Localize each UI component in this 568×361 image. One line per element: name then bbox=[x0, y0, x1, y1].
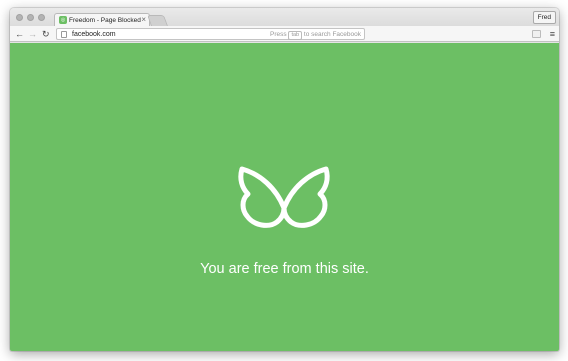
address-bar[interactable]: facebook.com Press tab to search Faceboo… bbox=[56, 28, 365, 40]
blocked-message: You are free from this site. bbox=[200, 261, 369, 277]
menu-icon[interactable]: ≡ bbox=[550, 26, 555, 42]
search-hint: Press tab to search Facebook bbox=[270, 29, 361, 40]
forward-arrow-icon[interactable]: → bbox=[28, 26, 37, 42]
minimize-window-button[interactable] bbox=[27, 14, 34, 21]
freedom-favicon-icon: ◎ bbox=[59, 16, 67, 24]
profile-button[interactable]: Fred bbox=[532, 11, 556, 24]
tab-title: Freedom - Page Blocked bbox=[69, 17, 141, 24]
zoom-window-button[interactable] bbox=[38, 14, 45, 21]
reload-icon[interactable]: ↻ bbox=[42, 26, 50, 42]
tab-freedom-page-blocked[interactable]: ◎ Freedom - Page Blocked × bbox=[54, 13, 150, 26]
hint-suffix: to search Facebook bbox=[303, 31, 361, 38]
toolbar: ← → ↻ facebook.com Press tab to search F… bbox=[10, 26, 559, 42]
browser-window: ◎ Freedom - Page Blocked × Fred ← → ↻ fa… bbox=[10, 8, 559, 351]
url-text: facebook.com bbox=[72, 31, 116, 38]
tab-close-icon[interactable]: × bbox=[141, 15, 146, 25]
blocked-page: You are free from this site. bbox=[10, 43, 559, 351]
close-window-button[interactable] bbox=[16, 14, 23, 21]
butterfly-icon bbox=[238, 166, 330, 228]
tab-key-badge: tab bbox=[288, 31, 303, 40]
page-icon bbox=[61, 31, 67, 38]
hint-prefix: Press bbox=[270, 31, 287, 38]
extension-icon[interactable] bbox=[532, 30, 541, 38]
back-arrow-icon[interactable]: ← bbox=[15, 26, 24, 42]
title-bar: ◎ Freedom - Page Blocked × Fred bbox=[10, 8, 559, 26]
new-tab-button[interactable] bbox=[146, 15, 169, 26]
